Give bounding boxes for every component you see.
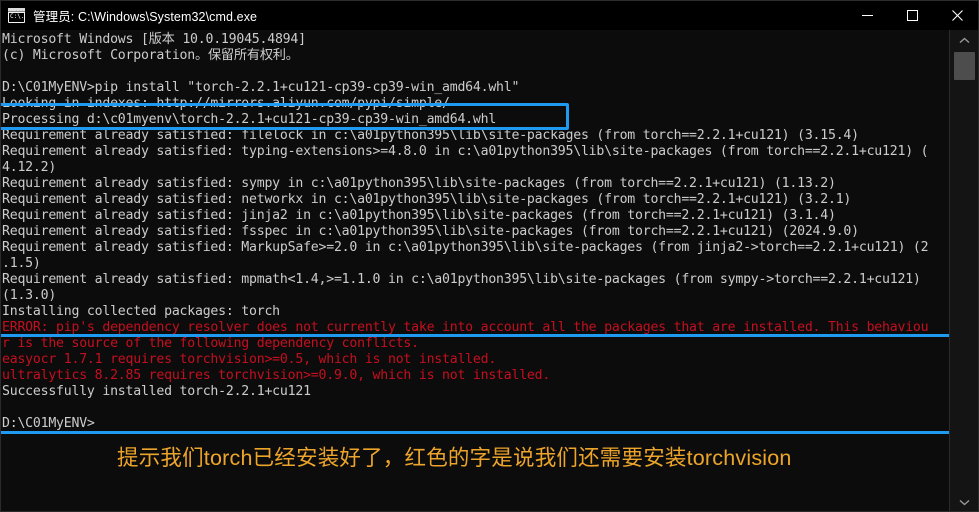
- console-line: .1.5): [2, 256, 41, 271]
- console-line: Requirement already satisfied: fsspec in…: [2, 224, 859, 239]
- console-line: 4.12.2): [2, 160, 57, 175]
- console-line-list: Microsoft Windows [版本 10.0.19045.4894] (c…: [1, 32, 951, 432]
- maximize-button[interactable]: [890, 1, 935, 30]
- console-output-area[interactable]: Microsoft Windows [版本 10.0.19045.4894] (c…: [1, 30, 951, 511]
- console-line: (1.3.0): [2, 288, 57, 303]
- console-line: Microsoft Windows [版本 10.0.19045.4894]: [2, 32, 306, 47]
- console-line: ultralytics 8.2.85 requires torchvision>…: [2, 368, 551, 383]
- window-controls: [845, 1, 978, 30]
- cmd-console-icon: ··· C:\.: [8, 8, 25, 23]
- console-line: Requirement already satisfied: typing-ex…: [2, 144, 929, 159]
- vertical-scrollbar[interactable]: [949, 30, 978, 511]
- console-line: Requirement already satisfied: MarkupSaf…: [2, 240, 929, 255]
- console-line: Requirement already satisfied: jinja2 in…: [2, 208, 836, 223]
- scroll-up-arrow-icon[interactable]: [950, 30, 978, 50]
- console-line: Requirement already satisfied: mpmath<1.…: [2, 272, 921, 287]
- console-line: Looking in indexes: http://mirrors.aliyu…: [2, 96, 450, 111]
- console-line: r is the source of the following depende…: [2, 336, 419, 351]
- close-button[interactable]: [935, 1, 978, 30]
- window-title: 管理员: C:\Windows\System32\cmd.exe: [33, 10, 258, 24]
- console-line: D:\C01MyENV>: [2, 416, 95, 431]
- console-line: Processing d:\c01myenv\torch-2.2.1+cu121…: [2, 112, 497, 127]
- cmd-window: ··· C:\. 管理员: C:\Windows\System32\cmd.ex…: [0, 0, 979, 512]
- console-line: (c) Microsoft Corporation。保留所有权利。: [2, 48, 299, 63]
- console-line: Requirement already satisfied: sympy in …: [2, 176, 836, 191]
- console-line: Requirement already satisfied: filelock …: [2, 128, 859, 143]
- console-line: Successfully installed torch-2.2.1+cu121: [2, 384, 311, 399]
- console-line: ERROR: pip's dependency resolver does no…: [2, 320, 929, 335]
- scroll-down-arrow-icon[interactable]: [950, 492, 978, 511]
- console-line: Requirement already satisfied: networkx …: [2, 192, 852, 207]
- console-line: Installing collected packages: torch: [2, 304, 280, 319]
- title-bar[interactable]: ··· C:\. 管理员: C:\Windows\System32\cmd.ex…: [1, 1, 978, 30]
- minimize-button[interactable]: [845, 1, 890, 30]
- cmd-icon-glyph: C:\.: [10, 13, 25, 20]
- annotation-text: 提示我们torch已经安装好了，红色的字是说我们还需要安装torchvision: [117, 446, 792, 470]
- console-line: easyocr 1.7.1 requires torchvision>=0.5,…: [2, 352, 497, 367]
- scrollbar-thumb[interactable]: [954, 52, 975, 80]
- console-line: D:\C01MyENV>pip install "torch-2.2.1+cu1…: [2, 80, 520, 95]
